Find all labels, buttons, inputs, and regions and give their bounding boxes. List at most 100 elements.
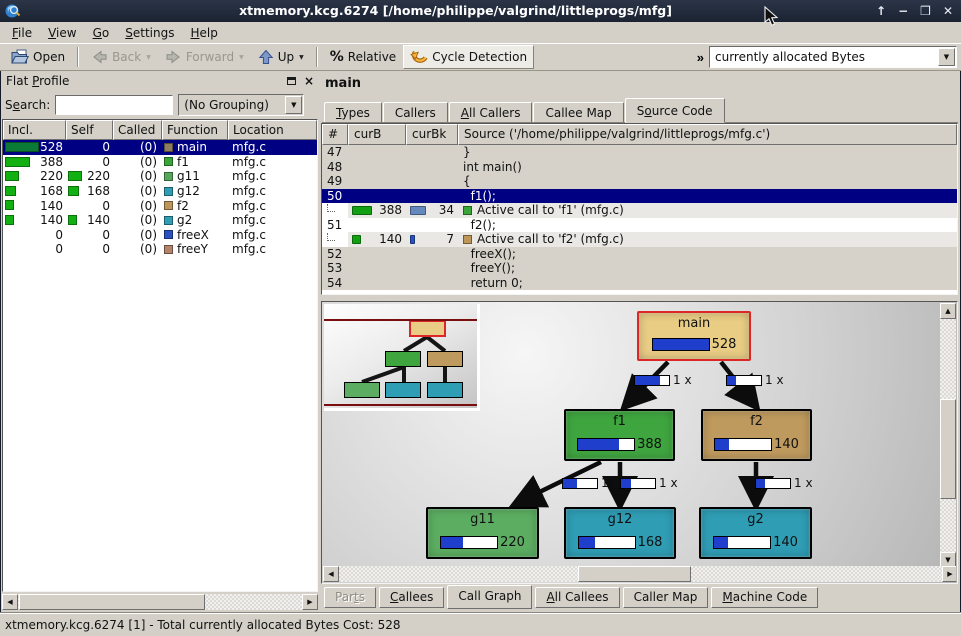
edge-call-count-label[interactable]: 1 x — [726, 373, 784, 387]
close-button[interactable]: ✕ — [943, 5, 953, 17]
scrollbar-thumb[interactable] — [578, 566, 691, 582]
graph-node-f2[interactable]: f2140 — [701, 409, 812, 461]
function-row-main[interactable]: 5280(0)mainmfg.c — [3, 140, 317, 155]
function-row-f1[interactable]: 3880(0)f1mfg.c — [3, 155, 317, 170]
edge-call-count-label[interactable]: 1 x — [755, 476, 813, 490]
call-graph-canvas[interactable]: main528f1388f2140g11220g12168g2140 1 x1 … — [323, 303, 956, 582]
scrollbar-thumb[interactable] — [19, 594, 205, 610]
edge-call-count-label[interactable]: 1 x — [620, 476, 678, 490]
tab-source-code[interactable]: Source Code — [625, 98, 725, 123]
active-call-row[interactable]: 38834Active call to 'f1' (mfg.c) — [322, 203, 957, 218]
source-line-53[interactable]: 53 freeY(); — [322, 261, 957, 276]
source-line-49[interactable]: 49{ — [322, 174, 957, 189]
forward-button[interactable]: Forward ▼ — [158, 46, 251, 68]
grouping-select[interactable]: (No Grouping) ▼ — [178, 94, 304, 116]
scroll-up-icon[interactable]: ▲ — [940, 303, 956, 319]
curb-cell — [348, 189, 406, 204]
scroll-left-icon[interactable]: ◀ — [323, 566, 339, 582]
search-input[interactable] — [55, 95, 173, 115]
source-column-header-0[interactable]: # — [322, 124, 348, 145]
source-line-47[interactable]: 47} — [322, 145, 957, 160]
source-line-52[interactable]: 52 freeX(); — [322, 247, 957, 262]
tab-types[interactable]: Types — [324, 102, 382, 122]
tab-callees[interactable]: Callees — [379, 587, 444, 608]
column-header-location[interactable]: Location — [228, 120, 317, 140]
back-button[interactable]: Back ▼ — [84, 46, 158, 68]
event-type-select[interactable]: currently allocated Bytes ▼ — [709, 46, 957, 68]
function-row-freeX[interactable]: 00(0)freeXmfg.c — [3, 228, 317, 243]
chevron-down-icon[interactable]: ▼ — [938, 48, 955, 66]
graph-hscrollbar[interactable]: ◀ ▶ — [323, 566, 956, 582]
active-call-row[interactable]: 1407Active call to 'f2' (mfg.c) — [322, 232, 957, 247]
called-cell: (0) — [113, 155, 162, 170]
function-row-g2[interactable]: 140140(0)g2mfg.c — [3, 213, 317, 228]
tab-callers[interactable]: Callers — [383, 102, 448, 122]
menu-help[interactable]: Help — [182, 24, 225, 42]
graph-node-main[interactable]: main528 — [637, 311, 751, 361]
scroll-left-icon[interactable]: ◀ — [2, 594, 18, 610]
maximize-button[interactable]: ❒ — [920, 5, 931, 17]
chevron-down-icon[interactable]: ▼ — [285, 96, 302, 114]
tab-all-callees[interactable]: All Callees — [535, 587, 619, 608]
shade-button[interactable]: ↑ — [876, 5, 886, 17]
edge-call-count-label[interactable]: 1 x — [634, 373, 692, 387]
menu-settings[interactable]: Settings — [117, 24, 182, 42]
up-button[interactable]: Up ▼ — [251, 46, 311, 68]
dock-close-icon[interactable]: × — [304, 76, 314, 86]
tab-parts[interactable]: Parts — [324, 587, 376, 608]
tab-call-graph[interactable]: Call Graph — [447, 585, 532, 609]
column-header-called[interactable]: Called — [113, 120, 162, 140]
flat-profile-dock-header[interactable]: Flat Profile × — [2, 71, 318, 90]
line-number: 53 — [322, 261, 348, 276]
edge-call-count-label[interactable]: 1 x — [562, 476, 620, 490]
graph-node-g11[interactable]: g11220 — [426, 507, 539, 559]
source-line-48[interactable]: 48int main() — [322, 160, 957, 175]
curb-cell: 388 — [348, 203, 406, 218]
menu-file[interactable]: File — [4, 24, 40, 42]
search-label: Search: — [5, 98, 50, 112]
menu-go[interactable]: Go — [85, 24, 118, 42]
graph-node-g2[interactable]: g2140 — [699, 507, 812, 559]
scroll-right-icon[interactable]: ▶ — [942, 566, 956, 582]
relative-toggle[interactable]: % Relative — [323, 46, 403, 68]
app-icon — [4, 2, 22, 23]
source-column-header-1[interactable]: curB — [348, 124, 406, 145]
source-line-50[interactable]: 50 f1(); — [322, 189, 957, 204]
column-header-self[interactable]: Self — [66, 120, 113, 140]
node-cost-bar — [440, 536, 498, 549]
menu-view[interactable]: View — [40, 24, 84, 42]
function-row-freeY[interactable]: 00(0)freeYmfg.c — [3, 242, 317, 257]
self-value: 0 — [102, 228, 110, 242]
active-call-text: Active call to 'f2' (mfg.c) — [477, 232, 624, 246]
column-header-incl[interactable]: Incl. — [3, 120, 66, 140]
scrollbar-thumb[interactable] — [940, 399, 956, 499]
tab-machine-code[interactable]: Machine Code — [711, 587, 818, 608]
open-button[interactable]: Open — [4, 46, 72, 68]
flat-profile-hscrollbar[interactable]: ◀ ▶ — [2, 594, 318, 610]
dock-float-icon[interactable] — [287, 77, 296, 85]
curb-cell — [348, 261, 406, 276]
graph-node-g12[interactable]: g12168 — [564, 507, 676, 559]
titlebar[interactable]: xtmemory.kcg.6274 [/home/philippe/valgri… — [0, 0, 961, 22]
tab-callee-map[interactable]: Callee Map — [533, 102, 623, 122]
minimize-button[interactable]: − — [898, 5, 908, 17]
column-header-function[interactable]: Function — [162, 120, 228, 140]
curb-cell — [348, 218, 406, 233]
scroll-right-icon[interactable]: ▶ — [302, 594, 318, 610]
location-cell: mfg.c — [228, 228, 317, 243]
toolbar-overflow-button[interactable]: » — [692, 50, 709, 65]
cycle-detection-toggle[interactable]: Cycle Detection — [403, 45, 534, 69]
function-row-f2[interactable]: 1400(0)f2mfg.c — [3, 198, 317, 213]
tab-all-callers[interactable]: All Callers — [449, 102, 533, 122]
graph-node-f1[interactable]: f1388 — [564, 409, 675, 461]
source-line-51[interactable]: 51 f2(); — [322, 218, 957, 233]
source-code-text: freeX(); — [463, 247, 516, 261]
source-line-54[interactable]: 54 return 0; — [322, 276, 957, 291]
graph-vscrollbar[interactable]: ▲ ▼ — [940, 303, 956, 568]
function-row-g12[interactable]: 168168(0)g12mfg.c — [3, 184, 317, 199]
self-value: 0 — [102, 140, 110, 154]
source-column-header-2[interactable]: curBk — [406, 124, 458, 145]
tab-caller-map[interactable]: Caller Map — [623, 587, 709, 608]
function-row-g11[interactable]: 220220(0)g11mfg.c — [3, 169, 317, 184]
source-column-header-3[interactable]: Source ('/home/philippe/valgrind/littlep… — [458, 124, 957, 145]
